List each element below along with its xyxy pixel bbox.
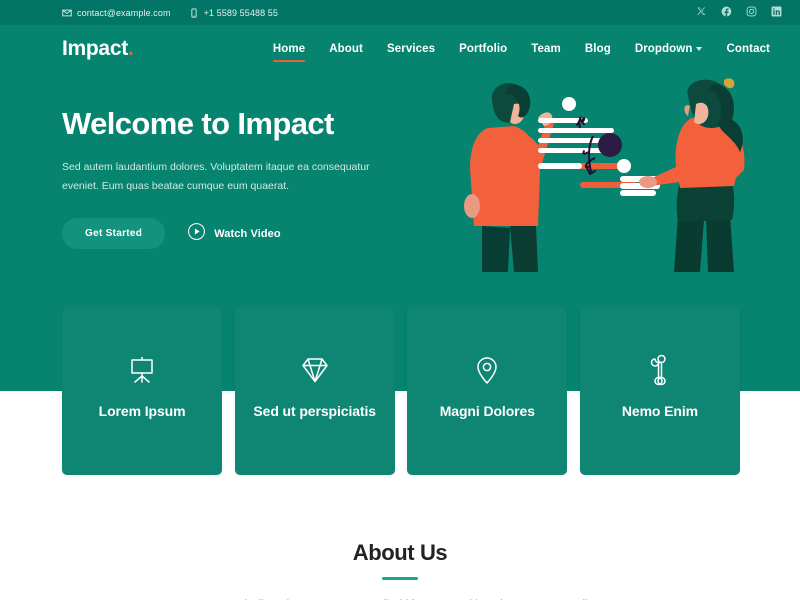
hero-actions: Get Started Watch Video — [62, 218, 422, 250]
nav-item-team[interactable]: Team — [519, 43, 573, 55]
about-section: About Us Necessitatibus eius consequatur… — [0, 540, 800, 600]
feature-card-magni-dolores[interactable]: Magni Dolores — [407, 307, 568, 475]
topbar-contact-group: contact@example.com +1 5589 55488 55 — [62, 8, 278, 18]
top-contact-bar: contact@example.com +1 5589 55488 55 — [0, 0, 800, 25]
logo-accent-dot: . — [127, 37, 134, 60]
linkedin-icon[interactable] — [771, 6, 782, 19]
about-title-underline — [382, 577, 418, 580]
chevron-down-icon — [696, 47, 703, 51]
nav-item-services[interactable]: Services — [375, 43, 447, 55]
hero-subtitle: Sed autem laudantium dolores. Voluptatem… — [62, 160, 370, 193]
instagram-icon[interactable] — [746, 6, 757, 19]
nav-item-contact-label: Contact — [726, 43, 770, 55]
social-links — [696, 6, 782, 19]
nav-item-about-label: About — [329, 43, 363, 55]
nav-menu: Home About Services Portfolio Team Blog … — [261, 43, 782, 62]
watch-video-button[interactable]: Watch Video — [187, 222, 281, 246]
feature-card-title: Nemo Enim — [621, 402, 698, 419]
nav-item-portfolio[interactable]: Portfolio — [447, 43, 519, 55]
nav-item-services-label: Services — [386, 43, 436, 55]
feature-card-title: Lorem Ipsum — [98, 402, 186, 419]
contact-phone[interactable]: +1 5589 55488 55 — [189, 8, 278, 18]
two-people-collaborating-illustration — [452, 76, 772, 272]
nav-item-portfolio-label: Portfolio — [459, 43, 508, 55]
watch-video-label: Watch Video — [214, 227, 281, 240]
nav-item-team-label: Team — [531, 43, 561, 55]
site-logo[interactable]: Impact. — [62, 37, 134, 61]
logo-text: Impact — [62, 37, 128, 60]
landing-page: contact@example.com +1 5589 55488 55 Imp… — [0, 0, 800, 600]
play-circle-icon — [187, 222, 206, 246]
facebook-icon[interactable] — [721, 6, 732, 19]
contact-phone-text: +1 5589 55488 55 — [203, 7, 278, 18]
nav-item-dropdown[interactable]: Dropdown — [623, 43, 715, 55]
map-pin-icon — [471, 354, 503, 386]
nav-item-about[interactable]: About — [317, 43, 375, 55]
feature-card-title: Magni Dolores — [439, 402, 535, 419]
feature-card-nemo-enim[interactable]: Nemo Enim — [579, 307, 740, 475]
nav-item-blog[interactable]: Blog — [573, 43, 623, 55]
about-title: About Us — [352, 540, 448, 565]
feature-card-sed-ut-perspiciatis[interactable]: Sed ut perspiciatis — [234, 307, 395, 475]
phone-icon — [189, 7, 199, 18]
contact-email-text: contact@example.com — [77, 7, 171, 18]
contact-email[interactable]: contact@example.com — [62, 8, 171, 18]
hero-content: Welcome to Impact Sed autem laudantium d… — [62, 106, 422, 250]
feature-card-lorem-ipsum[interactable]: Lorem Ipsum — [62, 307, 223, 475]
get-started-button[interactable]: Get Started — [62, 218, 166, 250]
feature-cards: Lorem Ipsum Sed ut perspiciatis Magni Do… — [62, 307, 740, 475]
easel-presentation-icon — [126, 354, 158, 386]
nav-item-contact[interactable]: Contact — [714, 43, 782, 55]
feature-card-title: Sed ut perspiciatis — [253, 402, 376, 419]
nav-item-dropdown-label: Dropdown — [634, 43, 693, 55]
envelope-icon — [62, 8, 72, 18]
main-navigation: Impact. Home About Services Portfolio Te… — [0, 25, 800, 73]
nav-item-blog-label: Blog — [584, 43, 611, 55]
nav-item-home[interactable]: Home — [261, 43, 317, 62]
gem-diamond-icon — [299, 354, 331, 386]
command-key-icon — [644, 354, 676, 386]
hero-title: Welcome to Impact — [62, 106, 334, 141]
x-twitter-icon[interactable] — [696, 6, 707, 19]
about-text: Necessitatibus eius consequatur ex aliqu… — [120, 595, 680, 600]
nav-item-home-label: Home — [272, 43, 306, 55]
